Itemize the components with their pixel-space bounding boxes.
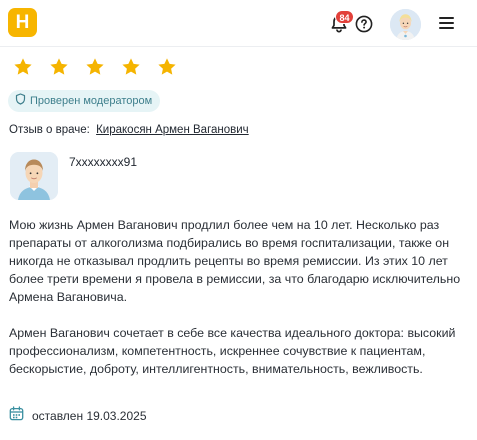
top-header: H 84 — [0, 0, 477, 47]
star-icon — [121, 57, 141, 77]
star-icon — [85, 57, 105, 77]
notifications-count-badge: 84 — [335, 10, 354, 24]
review-text: Мою жизнь Армен Ваганович продлил более … — [9, 216, 471, 396]
review-for-line: Отзыв о враче: Киракосян Армен Ваганович — [9, 124, 249, 136]
verified-badge: Проверен модератором — [8, 90, 161, 112]
user-avatar[interactable] — [390, 9, 421, 40]
shield-icon — [15, 92, 26, 110]
review-date: оставлен 19.03.2025 — [9, 406, 147, 426]
verified-badge-label: Проверен модератором — [30, 95, 153, 107]
review-paragraph: Армен Ваганович сочетает в себе все каче… — [9, 326, 456, 376]
review-date-text: оставлен 19.03.2025 — [32, 409, 147, 423]
rating-stars — [13, 57, 193, 77]
help-icon[interactable] — [355, 15, 373, 33]
author-name: 7xxxxxxxx91 — [69, 155, 138, 169]
review-paragraph: Мою жизнь Армен Ваганович продлил более … — [9, 218, 461, 304]
logo[interactable]: H — [8, 8, 37, 37]
calendar-icon — [9, 406, 24, 426]
doctor-name-link[interactable]: Киракосян Армен Ваганович — [96, 124, 249, 136]
hamburger-menu-icon[interactable] — [439, 16, 455, 30]
star-icon — [49, 57, 69, 77]
star-icon — [13, 57, 33, 77]
star-icon — [157, 57, 177, 77]
author-avatar — [10, 152, 58, 200]
review-for-label: Отзыв о враче: — [9, 124, 90, 136]
